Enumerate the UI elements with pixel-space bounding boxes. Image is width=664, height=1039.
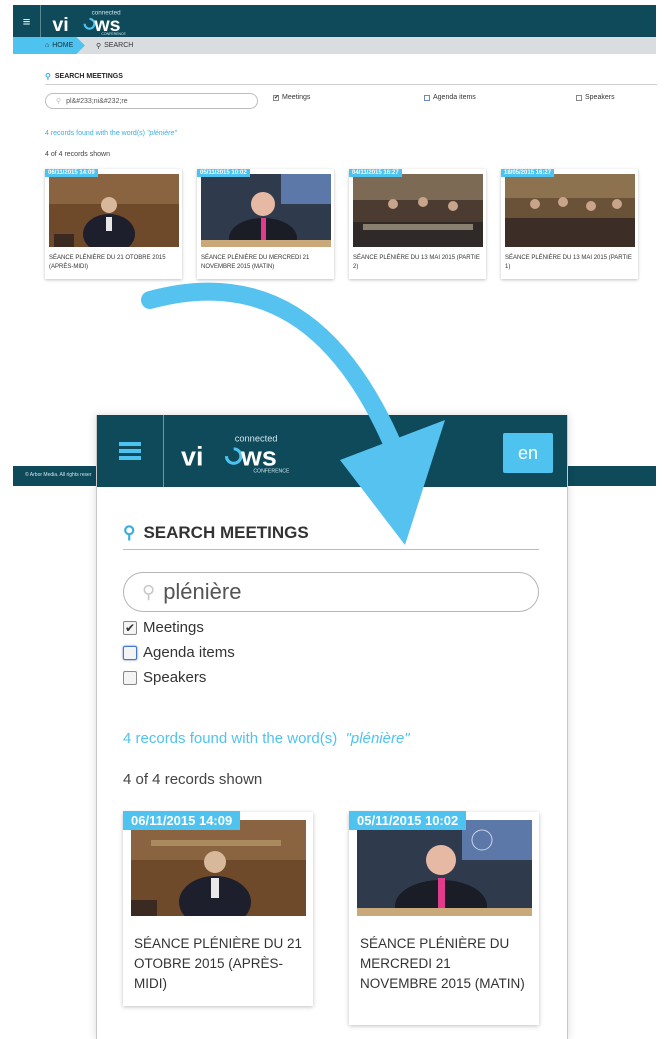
- card-title[interactable]: SÉANCE PLÉNIÈRE DU 21 OTOBRE 2015 (APRÈS…: [49, 254, 179, 272]
- card-title[interactable]: SÉANCE PLÉNIÈRE DU 13 MAI 2015 (PARTIE 1…: [505, 254, 635, 272]
- breadcrumb-search: ⚲ SEARCH: [96, 42, 134, 50]
- card-date: 18/05/2015 16:27: [501, 169, 555, 177]
- checkbox-checked[interactable]: ✔: [273, 94, 279, 101]
- card-date: 06/11/2015 14:09: [123, 811, 241, 830]
- svg-text:CONFERENCE: CONFERENCE: [101, 32, 126, 35]
- checkbox[interactable]: [424, 94, 430, 101]
- filter-speakers[interactable]: Speakers: [123, 669, 206, 686]
- meeting-thumbnail[interactable]: [49, 174, 179, 247]
- filter-meetings[interactable]: ✔ Meetings: [123, 619, 204, 636]
- results-found-text: 4 records found with the word(s) "pléniè…: [123, 730, 410, 747]
- breadcrumb: ⌂ HOME ⚲ SEARCH: [13, 37, 656, 54]
- checkbox[interactable]: [123, 645, 137, 660]
- connected-views-logo[interactable]: connected vi ws CONFERENCE: [51, 7, 135, 35]
- breadcrumb-home[interactable]: ⌂ HOME: [13, 37, 85, 54]
- result-card[interactable]: 05/11/2015 10:02 SÉANCE PLÉNIÈRE DU MERC…: [349, 811, 539, 1025]
- svg-text:vi: vi: [52, 14, 68, 35]
- meeting-thumbnail[interactable]: [353, 174, 483, 247]
- search-icon: ⚲: [56, 98, 62, 105]
- result-card[interactable]: 04/11/2015 16:27 SÉANCE PLÉNIÈRE DU 13 M…: [349, 169, 486, 279]
- mobile-header: connected vi ws CONFERENCE en: [97, 415, 567, 487]
- search-icon: ⚲: [123, 523, 136, 542]
- checkbox[interactable]: [123, 670, 137, 685]
- card-date: 04/11/2015 16:27: [349, 169, 402, 177]
- meeting-thumbnail[interactable]: [131, 820, 306, 916]
- filter-meetings[interactable]: ✔ Meetings: [273, 94, 310, 101]
- results-shown-count: 4 of 4 records shown: [45, 151, 110, 158]
- meeting-thumbnail[interactable]: [505, 174, 635, 247]
- result-card[interactable]: 05/11/2015 10:02 SÉANCE PLÉNIÈRE DU MERC…: [197, 169, 334, 279]
- card-date: 05/11/2015 10:02: [349, 811, 467, 830]
- search-icon: ⚲: [142, 581, 156, 602]
- result-card[interactable]: 06/11/2015 14:09 SÉANCE PLÉNIÈRE DU 21 O…: [45, 169, 182, 279]
- filter-agenda-items[interactable]: Agenda items: [123, 644, 235, 661]
- card-title[interactable]: SÉANCE PLÉNIÈRE DU 13 MAI 2015 (PARTIE 2…: [353, 254, 483, 272]
- svg-text:vi: vi: [181, 441, 203, 471]
- checkbox[interactable]: [576, 94, 582, 101]
- result-card[interactable]: 18/05/2015 16:27 SÉANCE PLÉNIÈRE DU 13 M…: [501, 169, 638, 279]
- copyright-text: © Arbor Media. All rights reser: [25, 472, 92, 478]
- search-icon: ⚲: [45, 72, 51, 81]
- card-title[interactable]: SÉANCE PLÉNIÈRE DU MERCREDI 21 NOVEMBRE …: [201, 254, 331, 272]
- meeting-thumbnail[interactable]: [357, 820, 532, 916]
- card-date: 06/11/2015 14:09: [45, 169, 98, 177]
- page-title: ⚲ SEARCH MEETINGS: [123, 523, 539, 550]
- search-input[interactable]: ⚲ plénière: [123, 572, 539, 612]
- results-shown-count: 4 of 4 records shown: [123, 771, 263, 788]
- desktop-header: ≡ connected vi ws CONFERENCE: [13, 5, 656, 37]
- svg-text:CONFERENCE: CONFERENCE: [253, 469, 290, 475]
- hamburger-menu-icon[interactable]: [97, 415, 164, 487]
- language-button[interactable]: en: [503, 433, 553, 473]
- checkbox-checked[interactable]: ✔: [123, 620, 137, 635]
- card-title[interactable]: SÉANCE PLÉNIÈRE DU MERCREDI 21 NOVEMBRE …: [360, 934, 530, 994]
- result-card[interactable]: 06/11/2015 14:09 SÉANCE PLÉNIÈRE DU 21 O…: [123, 811, 313, 1006]
- filter-speakers[interactable]: Speakers: [576, 94, 615, 101]
- results-found-text: 4 records found with the word(s) "pléniè…: [45, 130, 177, 137]
- search-icon: ⚲: [96, 42, 102, 50]
- search-input[interactable]: ⚲ pl&#233;ni&#232;re: [45, 93, 258, 109]
- connected-views-logo[interactable]: connected vi ws CONFERENCE: [181, 429, 305, 477]
- meeting-thumbnail[interactable]: [201, 174, 331, 247]
- card-title[interactable]: SÉANCE PLÉNIÈRE DU 21 OTOBRE 2015 (APRÈS…: [134, 934, 304, 994]
- hamburger-menu-icon[interactable]: ≡: [13, 5, 41, 37]
- home-icon: ⌂: [45, 42, 50, 49]
- filter-agenda-items[interactable]: Agenda items: [424, 94, 476, 101]
- card-date: 05/11/2015 10:02: [197, 169, 250, 177]
- mobile-view: connected vi ws CONFERENCE en ⚲ SEARCH M…: [96, 415, 568, 1039]
- svg-text:ws: ws: [240, 441, 277, 471]
- page-title: ⚲ SEARCH MEETINGS: [45, 72, 657, 85]
